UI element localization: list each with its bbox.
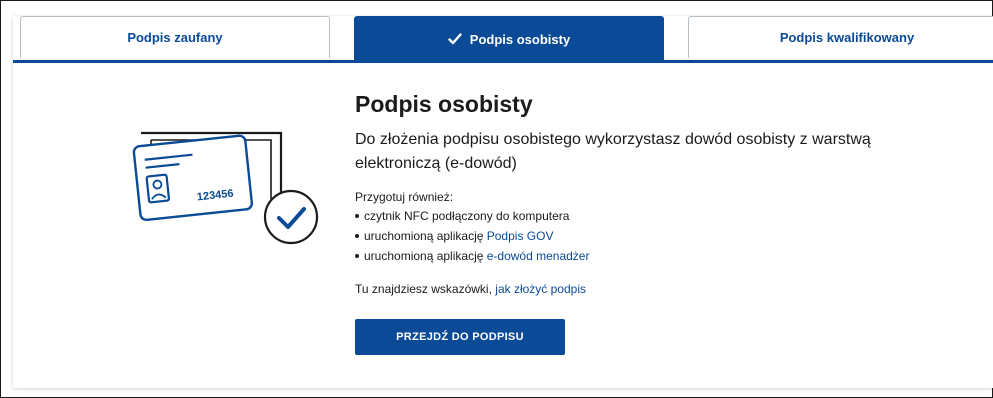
hint-text: Tu znajdziesz wskazówki, jak złożyć podp…	[355, 282, 586, 296]
content-column: Podpis osobisty Do złożenia podpisu osob…	[355, 90, 955, 298]
id-card-illustration: 123456	[132, 131, 319, 245]
e-dowod-menadzer-link[interactable]: e-dowód menadżer	[487, 249, 590, 263]
signature-tabs: Podpis zaufany Podpis osobisty Podpis kw…	[13, 16, 993, 63]
go-to-signature-button[interactable]: PRZEJDŹ DO PODPISU	[355, 319, 565, 355]
tab-podpis-osobisty[interactable]: Podpis osobisty	[354, 16, 664, 61]
lead-text: Do złożenia podpisu osobistego wykorzyst…	[355, 131, 871, 172]
tab-podpis-kwalifikowany[interactable]: Podpis kwalifikowany	[688, 16, 993, 58]
tab-label: Podpis zaufany	[127, 30, 223, 45]
tab-podpis-zaufany[interactable]: Podpis zaufany	[20, 16, 330, 58]
check-circle-icon	[263, 189, 319, 245]
list-item: czytnik NFC podłączony do komputera	[355, 206, 955, 226]
tab-label: Podpis osobisty	[469, 31, 571, 47]
podpis-gov-link[interactable]: Podpis GOV	[487, 229, 554, 243]
page-title: Podpis osobisty	[355, 91, 533, 117]
how-to-sign-link[interactable]: jak złożyć podpis	[495, 282, 586, 296]
tab-label: Podpis kwalifikowany	[779, 30, 915, 45]
list-item: uruchomioną aplikację Podpis GOV	[355, 226, 955, 246]
list-item: uruchomioną aplikację e-dowód menadżer	[355, 246, 955, 266]
requirements-list: czytnik NFC podłączony do komputera uruc…	[355, 206, 955, 266]
checkmark-icon	[448, 33, 462, 45]
prepare-label: Przygotuj również:	[355, 190, 454, 204]
id-card: 123456	[132, 134, 254, 222]
